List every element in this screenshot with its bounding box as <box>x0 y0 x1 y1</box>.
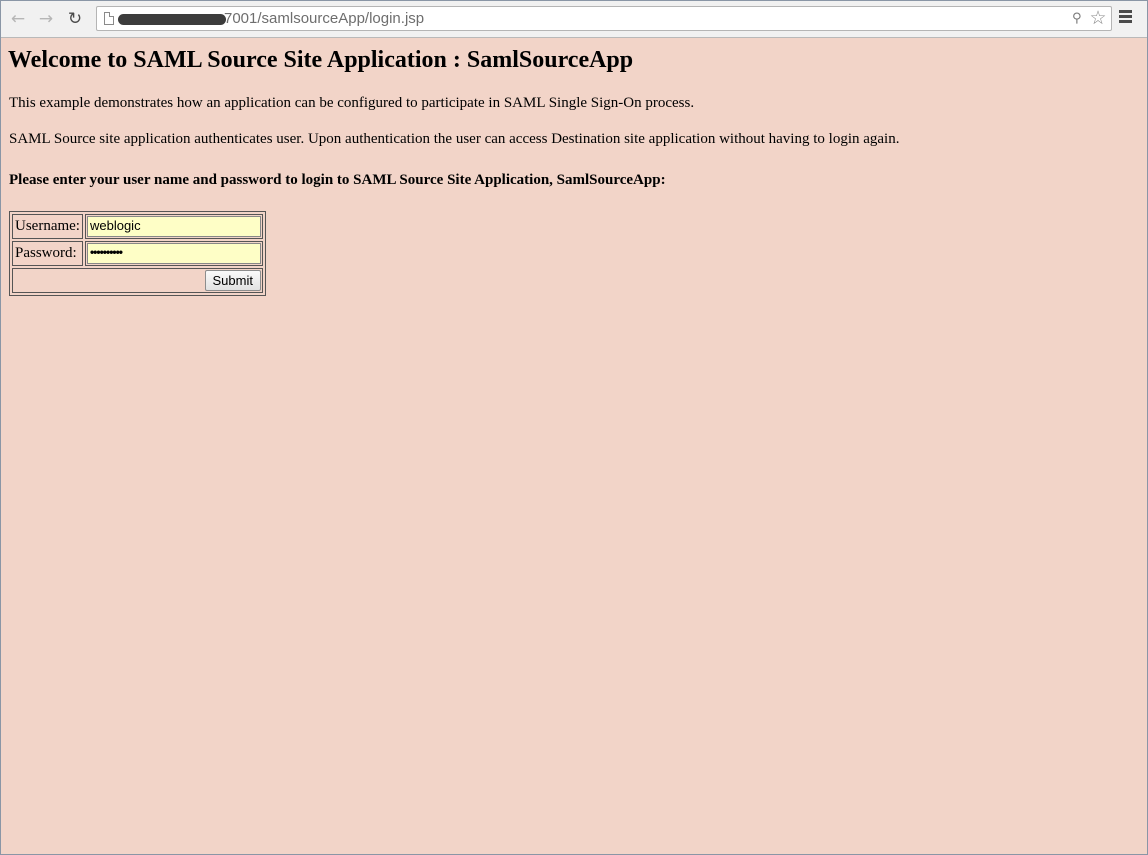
submit-row: Submit <box>12 268 263 293</box>
menu-icon[interactable] <box>1119 10 1133 28</box>
key-icon[interactable]: ⚲ <box>1072 11 1082 27</box>
page-title: Welcome to SAML Source Site Application … <box>8 47 634 73</box>
login-form: Username: weblogic Password: •••••••••• … <box>9 211 266 296</box>
forward-arrow-icon[interactable]: → <box>35 8 57 30</box>
address-bar[interactable]: 7001/samlsourceApp/login.jsp ⚲ ☆ <box>96 6 1112 31</box>
username-label: Username: <box>12 214 83 239</box>
back-arrow-icon[interactable]: ← <box>7 8 29 30</box>
url-redacted-host <box>118 14 226 25</box>
intro-text: This example demonstrates how an applica… <box>9 95 695 111</box>
password-input[interactable]: •••••••••• <box>86 243 261 264</box>
browser-toolbar: ← → ↻ 7001/samlsourceApp/login.jsp ⚲ ☆ <box>1 1 1147 38</box>
description-text: SAML Source site application authenticat… <box>9 131 900 147</box>
submit-button[interactable]: Submit <box>204 270 261 291</box>
star-icon[interactable]: ☆ <box>1087 7 1109 29</box>
login-prompt: Please enter your user name and password… <box>9 172 666 188</box>
username-input[interactable]: weblogic <box>86 216 261 237</box>
page-icon <box>104 12 114 25</box>
password-label: Password: <box>12 241 83 266</box>
browser-window: ← → ↻ 7001/samlsourceApp/login.jsp ⚲ ☆ W… <box>0 0 1148 855</box>
page-content: Welcome to SAML Source Site Application … <box>8 38 1147 854</box>
url-text: 7001/samlsourceApp/login.jsp <box>224 10 425 27</box>
reload-icon[interactable]: ↻ <box>64 8 86 30</box>
